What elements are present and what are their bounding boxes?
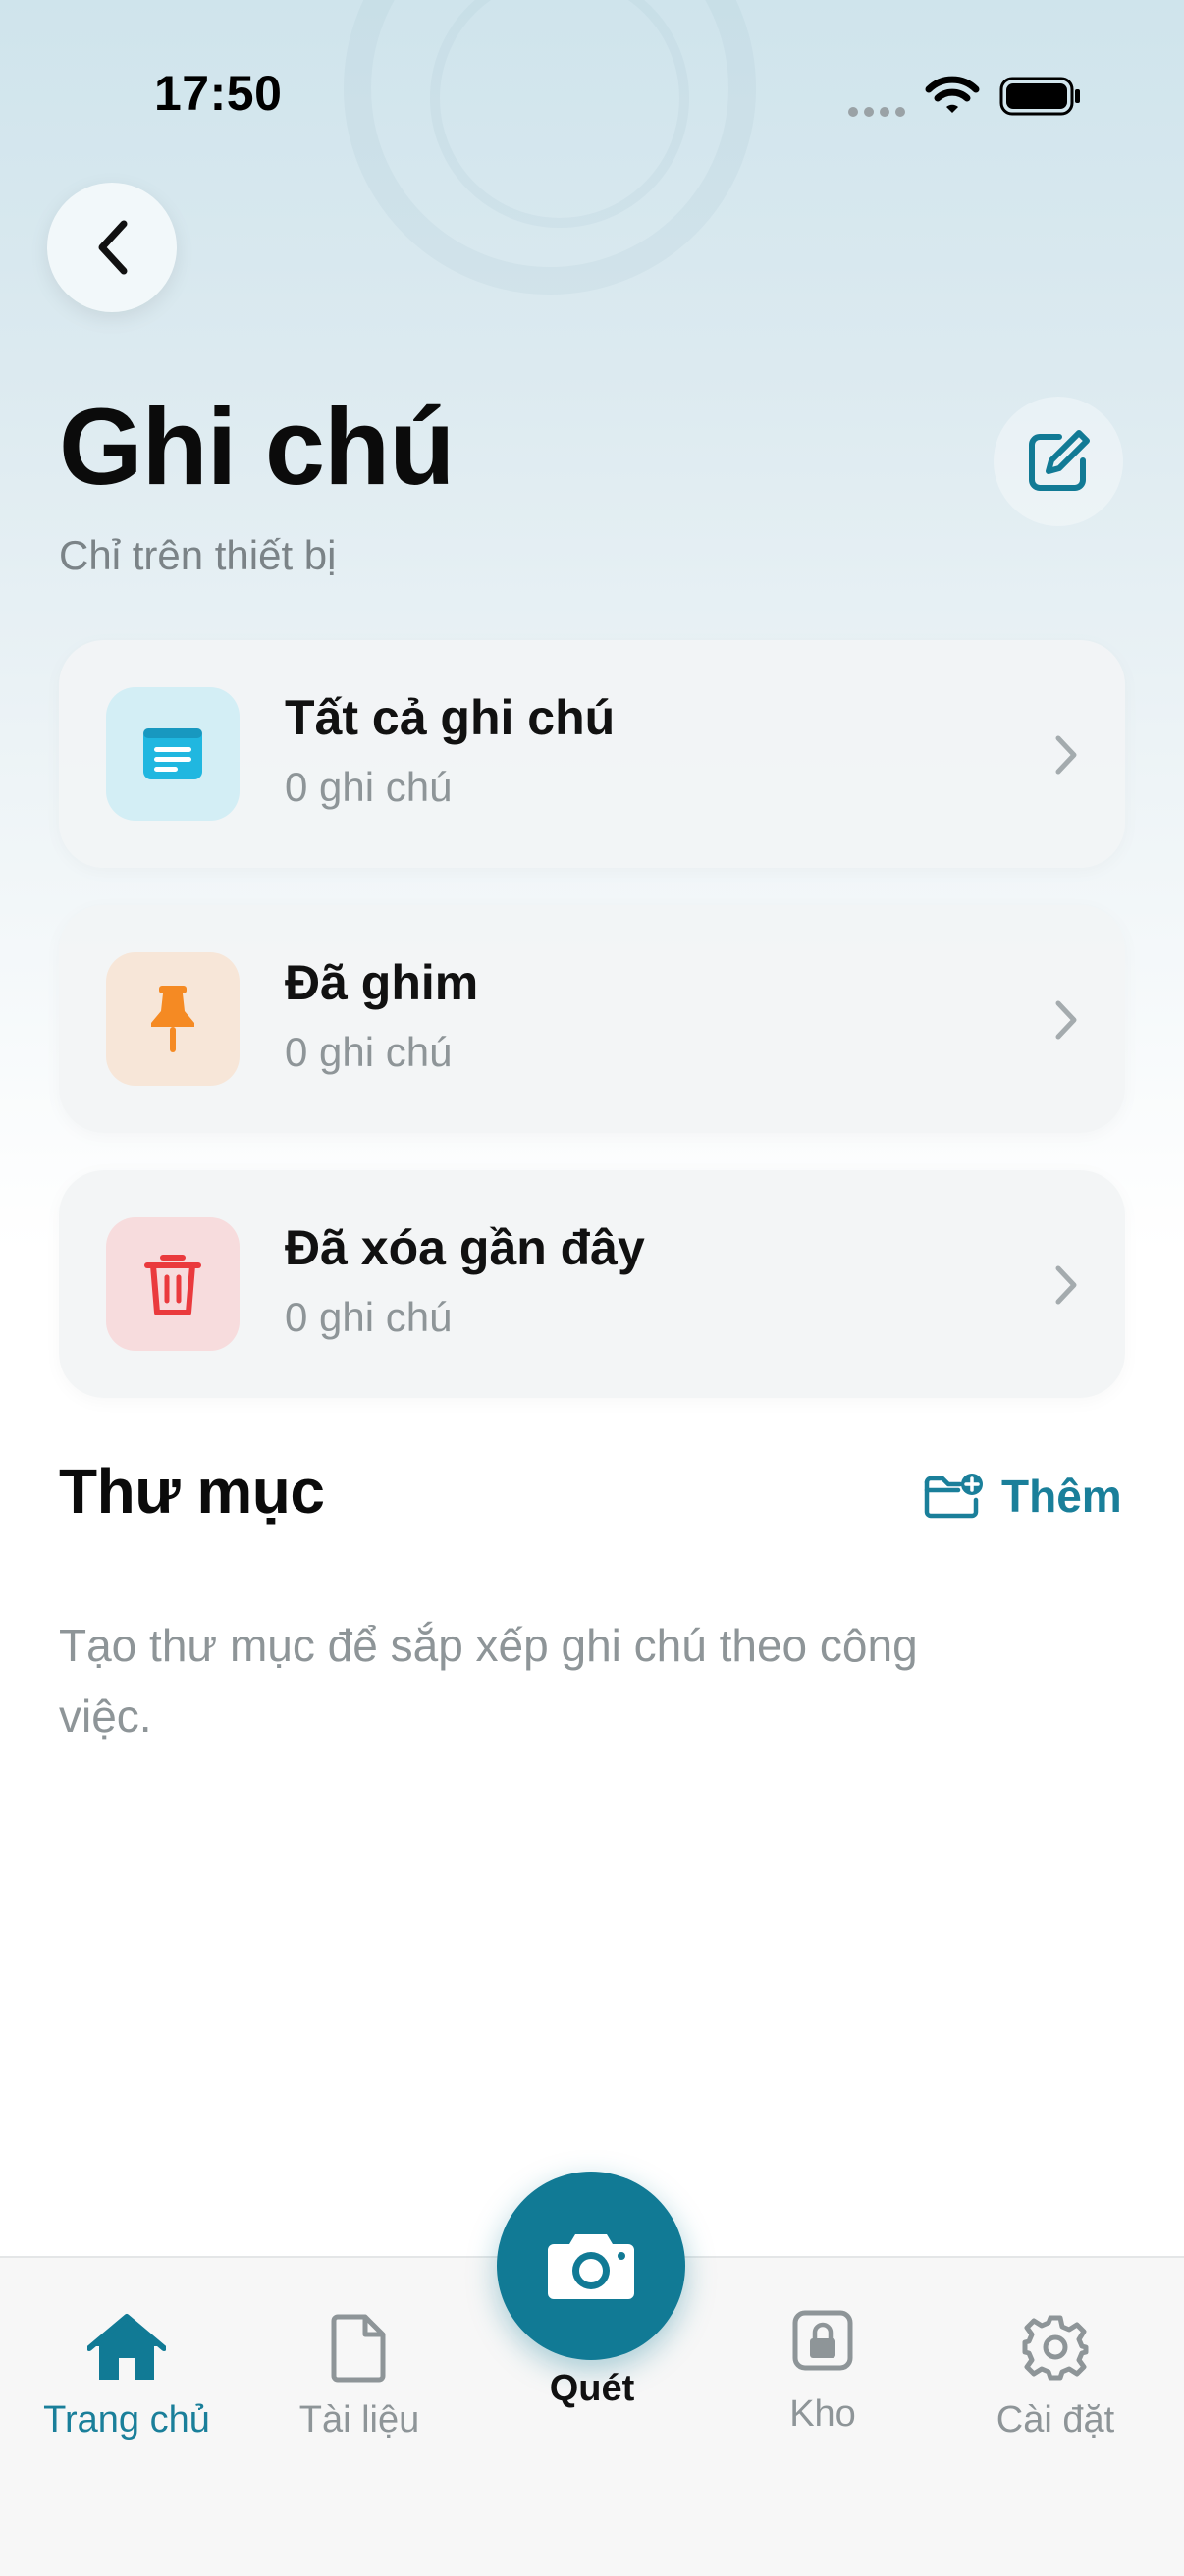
folders-section-title: Thư mục (59, 1456, 325, 1527)
trash-icon (144, 1255, 201, 1315)
card-icon-box (106, 687, 240, 821)
home-icon (87, 2314, 166, 2380)
lock-icon (792, 2310, 853, 2371)
scan-label: Quét (549, 2368, 635, 2409)
tab-home[interactable]: Trang chủ (19, 2258, 235, 2474)
camera-icon (548, 2234, 634, 2299)
card-pinned[interactable]: Đã ghim 0 ghi chú (59, 905, 1125, 1133)
new-note-button[interactable] (994, 397, 1123, 526)
pin-icon (151, 986, 194, 1052)
card-recently-deleted[interactable]: Đã xóa gần đây 0 ghi chú (59, 1170, 1125, 1398)
card-count: 0 ghi chú (285, 1294, 453, 1340)
status-time: 17:50 (154, 66, 283, 121)
page-title: Ghi chú (59, 387, 455, 508)
add-folder-label: Thêm (1001, 1471, 1122, 1522)
chevron-right-icon (1055, 1000, 1077, 1040)
chevron-left-icon (98, 220, 128, 275)
scan-button[interactable] (497, 2172, 685, 2360)
card-count: 0 ghi chú (285, 764, 453, 810)
folders-empty-message: Tạo thư mục để sắp xếp ghi chú theo công… (59, 1620, 918, 1742)
chevron-right-icon (1055, 735, 1077, 775)
tab-vault[interactable]: Kho (715, 2258, 931, 2474)
card-title: Đã ghim (285, 955, 479, 1010)
card-icon-box (106, 1217, 240, 1351)
tab-settings[interactable]: Cài đặt (947, 2258, 1163, 2474)
tab-label: Tài liệu (298, 2399, 420, 2441)
card-title: Tất cả ghi chú (285, 690, 616, 745)
tab-label: Cài đặt (996, 2399, 1115, 2441)
tab-label: Kho (789, 2393, 856, 2435)
signal-dots-icon (848, 104, 911, 122)
document-icon (331, 2314, 386, 2383)
note-list-icon (143, 728, 202, 779)
folder-add-icon (924, 1474, 983, 1519)
card-all-notes[interactable]: Tất cả ghi chú 0 ghi chú (59, 640, 1125, 868)
battery-icon (999, 77, 1080, 116)
wifi-icon (925, 76, 980, 113)
card-icon-box (106, 952, 240, 1086)
tab-label: Trang chủ (43, 2399, 210, 2441)
page-subtitle: Chỉ trên thiết bị (59, 532, 337, 578)
chevron-right-icon (1055, 1265, 1077, 1305)
gear-icon (1022, 2315, 1089, 2381)
add-folder-button[interactable]: Thêm (923, 1467, 1122, 1526)
card-title: Đã xóa gần đây (285, 1220, 645, 1275)
compose-icon (1029, 430, 1090, 491)
card-count: 0 ghi chú (285, 1029, 453, 1075)
tab-documents[interactable]: Tài liệu (251, 2258, 467, 2474)
back-button[interactable] (47, 183, 177, 312)
